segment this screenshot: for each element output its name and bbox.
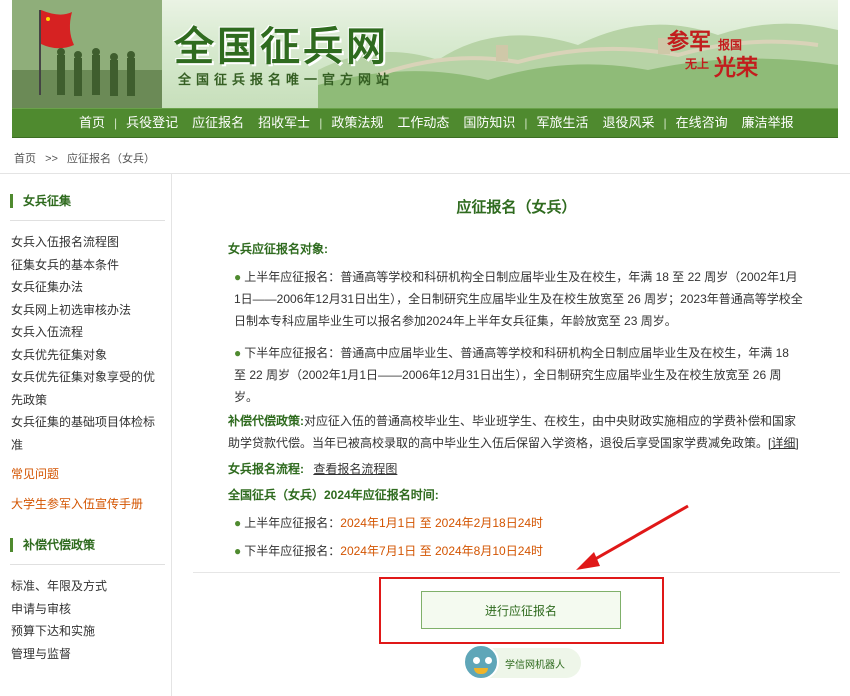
detail-link[interactable]: [详细] bbox=[768, 436, 799, 450]
nav-item-registration[interactable]: 兵役登记 bbox=[119, 108, 185, 138]
robot-label: 学信网机器人 bbox=[505, 659, 565, 671]
bullet-icon: ● bbox=[234, 544, 242, 558]
first-half-text: 上半年应征报名：普通高等学校和科研机构全日制应届毕业生及在校生，年满 18 至 … bbox=[234, 270, 803, 328]
divider bbox=[193, 572, 840, 573]
sidebar-item[interactable]: 女兵入伍报名流程图 bbox=[11, 231, 161, 254]
sidebar-list: 标准、年限及方式 申请与审核 预算下达和实施 管理与监督 bbox=[11, 575, 161, 665]
slogan-text: 无上 bbox=[685, 57, 710, 71]
nav-item-defense[interactable]: 国防知识 bbox=[456, 108, 522, 138]
bullet-icon: ● bbox=[234, 346, 242, 360]
sidebar-item[interactable]: 女兵优先征集对象 bbox=[11, 344, 161, 367]
second-time-label: 下半年应征报名： bbox=[244, 544, 341, 558]
main-content: 应征报名（女兵） 女兵应征报名对象: ● 上半年应征报名：普通高等学校和科研机构全… bbox=[193, 174, 840, 696]
divider bbox=[10, 564, 165, 565]
slogan-text: 光荣 bbox=[714, 55, 759, 81]
sidebar-item[interactable]: 女兵征集办法 bbox=[11, 276, 161, 299]
slogan-text: 参军 bbox=[667, 29, 712, 55]
sidebar-item-faq[interactable]: 常见问题 bbox=[11, 464, 171, 484]
bullet-icon: ● bbox=[234, 516, 242, 530]
nav-item-news[interactable]: 工作动态 bbox=[390, 108, 456, 138]
sidebar-item[interactable]: 女兵网上初选审核办法 bbox=[11, 299, 161, 322]
nav-item-policy[interactable]: 政策法规 bbox=[324, 108, 390, 138]
nav-separator: | bbox=[663, 116, 667, 130]
page-title: 应征报名（女兵） bbox=[456, 199, 577, 216]
breadcrumb-separator: >> bbox=[45, 153, 58, 165]
sidebar-item[interactable]: 申请与审核 bbox=[11, 598, 161, 621]
compensation-info: 补偿代偿政策:对应征入伍的普通高校毕业生、毕业班学生、在校生，由中央财政实施相应… bbox=[228, 410, 803, 454]
site-title: 全国征兵网 bbox=[174, 24, 389, 70]
process-info: 女兵报名流程: 查看报名流程图 bbox=[228, 458, 803, 480]
sidebar-item[interactable]: 预算下达和实施 bbox=[11, 620, 161, 643]
robot-assistant-button[interactable]: 学信网机器人 bbox=[463, 644, 581, 680]
main-nav: 首页 | 兵役登记 应征报名 招收军士 | 政策法规 工作动态 国防知识 | 军… bbox=[12, 108, 838, 138]
second-half-text: 下半年应征报名：普通高中应届毕业生、普通高等学校和科研机构全日制应届毕业生及在校… bbox=[234, 346, 789, 404]
breadcrumb-current[interactable]: 应征报名（女兵） bbox=[67, 153, 155, 165]
sidebar-section-title: 补偿代偿政策 bbox=[10, 538, 171, 552]
process-link[interactable]: 查看报名流程图 bbox=[313, 462, 397, 476]
nav-item-veterans[interactable]: 退役风采 bbox=[596, 108, 662, 138]
apply-button[interactable]: 进行应征报名 bbox=[421, 591, 621, 629]
sidebar-item[interactable]: 女兵征集的基础项目体检标准 bbox=[11, 411, 161, 456]
first-half-info: ● 上半年应征报名：普通高等学校和科研机构全日制应届毕业生及在校生，年满 18 至… bbox=[228, 266, 803, 332]
first-time-value: 2024年1月1日 至 2024年2月18日24时 bbox=[340, 516, 544, 530]
sidebar-item[interactable]: 征集女兵的基本条件 bbox=[11, 254, 161, 277]
nav-item-report[interactable]: 廉洁举报 bbox=[735, 108, 801, 138]
nav-separator: | bbox=[319, 116, 323, 130]
nav-item-enlist[interactable]: 应征报名 bbox=[185, 108, 251, 138]
sidebar-list: 女兵入伍报名流程图 征集女兵的基本条件 女兵征集办法 女兵网上初选审核办法 女兵… bbox=[11, 231, 161, 456]
breadcrumb: 首页 >> 应征报名（女兵） bbox=[14, 150, 161, 166]
time-label: 全国征兵（女兵）2024年应征报名时间: bbox=[228, 488, 439, 502]
first-half-time: ● 上半年应征报名：2024年1月1日 至 2024年2月18日24时 bbox=[228, 512, 803, 534]
target-label: 女兵应征报名对象: bbox=[228, 242, 328, 256]
process-label: 女兵报名流程: bbox=[228, 462, 304, 476]
sidebar-item[interactable]: 管理与监督 bbox=[11, 643, 161, 666]
nav-separator: | bbox=[114, 116, 118, 130]
sidebar-item-handbook[interactable]: 大学生参军入伍宣传手册 bbox=[11, 494, 171, 514]
breadcrumb-home[interactable]: 首页 bbox=[14, 153, 36, 165]
compensation-label: 补偿代偿政策: bbox=[228, 414, 304, 428]
nav-separator: | bbox=[524, 116, 528, 130]
sidebar-item[interactable]: 女兵入伍流程 bbox=[11, 321, 161, 344]
bullet-icon: ● bbox=[234, 270, 242, 284]
second-time-value: 2024年7月1日 至 2024年8月10日24时 bbox=[340, 544, 544, 558]
nav-item-life[interactable]: 军旅生活 bbox=[529, 108, 595, 138]
sidebar-item[interactable]: 标准、年限及方式 bbox=[11, 575, 161, 598]
enlist-info: 女兵应征报名对象: ● 上半年应征报名：普通高等学校和科研机构全日制应届毕业生及在… bbox=[228, 238, 803, 562]
sidebar-item[interactable]: 女兵优先征集对象享受的优先政策 bbox=[11, 366, 161, 411]
first-time-label: 上半年应征报名： bbox=[244, 516, 341, 530]
divider bbox=[10, 220, 165, 221]
great-wall-image bbox=[318, 23, 838, 108]
nav-item-consult[interactable]: 在线咨询 bbox=[669, 108, 735, 138]
robot-icon bbox=[463, 644, 499, 680]
compensation-text: 对应征入伍的普通高校毕业生、毕业班学生、在校生，由中央财政实施相应的学费补偿和国… bbox=[228, 414, 797, 450]
flag-parade-image bbox=[12, 0, 162, 108]
second-half-info: ● 下半年应征报名：普通高中应届毕业生、普通高等学校和科研机构全日制应届毕业生及在… bbox=[228, 342, 803, 408]
second-half-time: ● 下半年应征报名：2024年7月1日 至 2024年8月10日24时 bbox=[228, 540, 803, 562]
sidebar-section-title: 女兵征集 bbox=[10, 194, 171, 208]
site-banner: 全国征兵网 全国征兵报名唯一官方网站 参军 报国 无上 光荣 bbox=[12, 0, 838, 108]
site-subtitle: 全国征兵报名唯一官方网站 bbox=[178, 72, 395, 87]
nav-item-nco[interactable]: 招收军士 bbox=[251, 108, 317, 138]
nav-item-home[interactable]: 首页 bbox=[72, 108, 112, 138]
sidebar: 女兵征集 女兵入伍报名流程图 征集女兵的基本条件 女兵征集办法 女兵网上初选审核… bbox=[0, 174, 172, 696]
